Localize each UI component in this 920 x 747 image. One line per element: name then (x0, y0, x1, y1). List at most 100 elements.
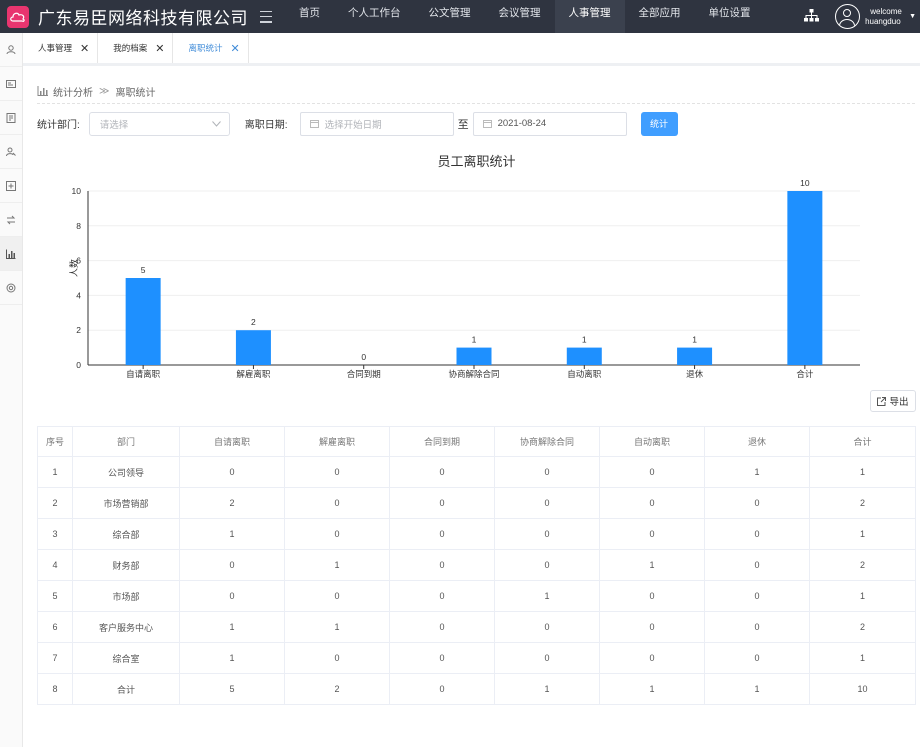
sidebar-item[interactable] (0, 33, 22, 67)
sidebar-item[interactable] (0, 101, 22, 135)
table-cell: 0 (704, 611, 810, 643)
table-cell: 市场营销部 (72, 487, 180, 519)
end-date-input[interactable]: 2021-08-24 (472, 111, 627, 136)
data-label: 1 (582, 335, 587, 345)
table-row: 8 合计 5 2 0 1 1 1 10 (37, 673, 916, 705)
tab-label: 我的档案 (113, 43, 148, 53)
nav-item[interactable]: 公文管理 (415, 0, 485, 33)
user-info[interactable]: welcome huangduo (865, 7, 907, 27)
bar-chart: 0246810人数 5自请离职2解雇离职0合同到期1协商解除合同1自动离职1退休1… (68, 178, 860, 379)
data-label: 5 (141, 265, 146, 275)
caret-down-icon[interactable]: ▼ (909, 13, 916, 20)
table-cell: 0 (599, 642, 705, 674)
export-label: 导出 (889, 397, 909, 408)
table-row: 6 客户服务中心 1 1 0 0 0 0 2 (37, 611, 916, 643)
bar (677, 347, 713, 365)
logo-icon[interactable] (7, 5, 29, 28)
tab-label: 离职统计 (188, 43, 223, 53)
table-cell: 0 (494, 549, 600, 581)
menu-toggle-icon[interactable] (260, 10, 272, 23)
user-icon (6, 44, 16, 54)
table-cell: 1 (494, 673, 600, 705)
table-cell: 0 (389, 673, 495, 705)
table-cell: 1 (37, 456, 73, 488)
data-label: 0 (361, 352, 366, 362)
table-cell: 0 (494, 518, 600, 550)
table-row: 1 公司领导 0 0 0 0 0 1 1 (37, 456, 916, 488)
table-cell: 4 (37, 549, 73, 581)
top-bar: 广东易臣网络科技有限公司 首页 个人工作台 公文管理 会议管理 人事管理 全部应用 单位设置… (0, 0, 920, 33)
bar (787, 191, 823, 365)
sidebar-item[interactable] (0, 169, 22, 203)
export-button[interactable]: 导出 (870, 390, 916, 412)
table-cell: 0 (389, 518, 495, 550)
nav-item[interactable]: 会议管理 (485, 0, 555, 33)
table-cell: 1 (179, 518, 285, 550)
document-icon (6, 112, 16, 123)
close-icon[interactable]: ✕ (230, 42, 239, 55)
y-tick-label: 2 (76, 325, 81, 335)
table-cell: 0 (599, 611, 705, 643)
x-tick-label: 协商解除合同 (448, 369, 499, 379)
table-cell: 0 (494, 611, 600, 643)
data-label: 10 (800, 178, 810, 188)
table-cell: 0 (704, 549, 810, 581)
table-cell: 0 (284, 642, 390, 674)
close-icon[interactable]: ✕ (155, 42, 164, 55)
company-name: 广东易臣网络科技有限公司 (38, 9, 248, 28)
nav-item[interactable]: 首页 (285, 0, 334, 33)
table-cell: 5 (37, 580, 73, 612)
nav-item[interactable]: 单位设置 (695, 0, 765, 33)
x-tick-label: 自请离职 (126, 369, 161, 379)
column-header: 合同到期 (389, 426, 495, 457)
table-cell: 2 (37, 487, 73, 519)
start-date-input[interactable]: 选择开始日期 (299, 111, 454, 136)
column-header: 序号 (37, 426, 73, 457)
table-cell: 1 (599, 673, 705, 705)
avatar[interactable] (835, 4, 861, 29)
close-icon[interactable]: ✕ (80, 42, 89, 55)
org-chart-icon[interactable] (804, 8, 820, 25)
table-cell: 1 (809, 456, 916, 488)
y-axis-label: 人数 (68, 259, 79, 277)
table-cell: 3 (37, 518, 73, 550)
table-row: 5 市场部 0 0 0 1 0 0 1 (37, 580, 916, 612)
table-cell: 7 (37, 642, 73, 674)
column-header: 自请离职 (179, 426, 285, 457)
nav-item[interactable]: 全部应用 (625, 0, 695, 33)
table-cell: 1 (494, 580, 600, 612)
filter-bar: 统计部门: 请选择 离职日期: 选择开始日期 至 2021-08-24 统计 (37, 111, 678, 136)
table-cell: 1 (704, 673, 810, 705)
bar (235, 330, 271, 365)
tab-label: 人事管理 (38, 43, 73, 53)
table-cell: 2 (284, 673, 390, 705)
sidebar-item[interactable] (0, 67, 22, 101)
nav-item[interactable]: 人事管理 (554, 0, 625, 33)
table-cell: 0 (179, 456, 285, 488)
table-cell: 0 (389, 487, 495, 519)
table-cell: 0 (389, 642, 495, 674)
sidebar-item[interactable] (0, 237, 22, 271)
bar (566, 347, 602, 365)
table-cell: 1 (284, 611, 390, 643)
breadcrumb-parent[interactable]: 统计分析 (53, 84, 93, 99)
nav-item[interactable]: 个人工作台 (334, 0, 415, 33)
tab[interactable]: 我的档案 ✕ (98, 33, 174, 63)
tab[interactable]: 离职统计 ✕ (173, 33, 249, 63)
table-cell: 1 (809, 518, 916, 550)
sidebar-item[interactable] (0, 135, 22, 169)
table-cell: 0 (704, 580, 810, 612)
table-cell: 0 (389, 549, 495, 581)
y-tick-label: 10 (72, 186, 82, 196)
table-cell: 0 (494, 487, 600, 519)
stat-button[interactable]: 统计 (640, 111, 678, 136)
table-cell: 0 (284, 456, 390, 488)
table-cell: 1 (704, 456, 810, 488)
sidebar-item[interactable] (0, 203, 22, 237)
main-nav: 首页 个人工作台 公文管理 会议管理 人事管理 全部应用 单位设置 (285, 0, 765, 33)
calendar-icon (309, 120, 319, 128)
tab[interactable]: 人事管理 ✕ (23, 33, 99, 63)
x-tick-label: 合同到期 (347, 369, 381, 379)
dept-select[interactable]: 请选择 (88, 111, 230, 136)
sidebar-item[interactable] (0, 271, 22, 305)
